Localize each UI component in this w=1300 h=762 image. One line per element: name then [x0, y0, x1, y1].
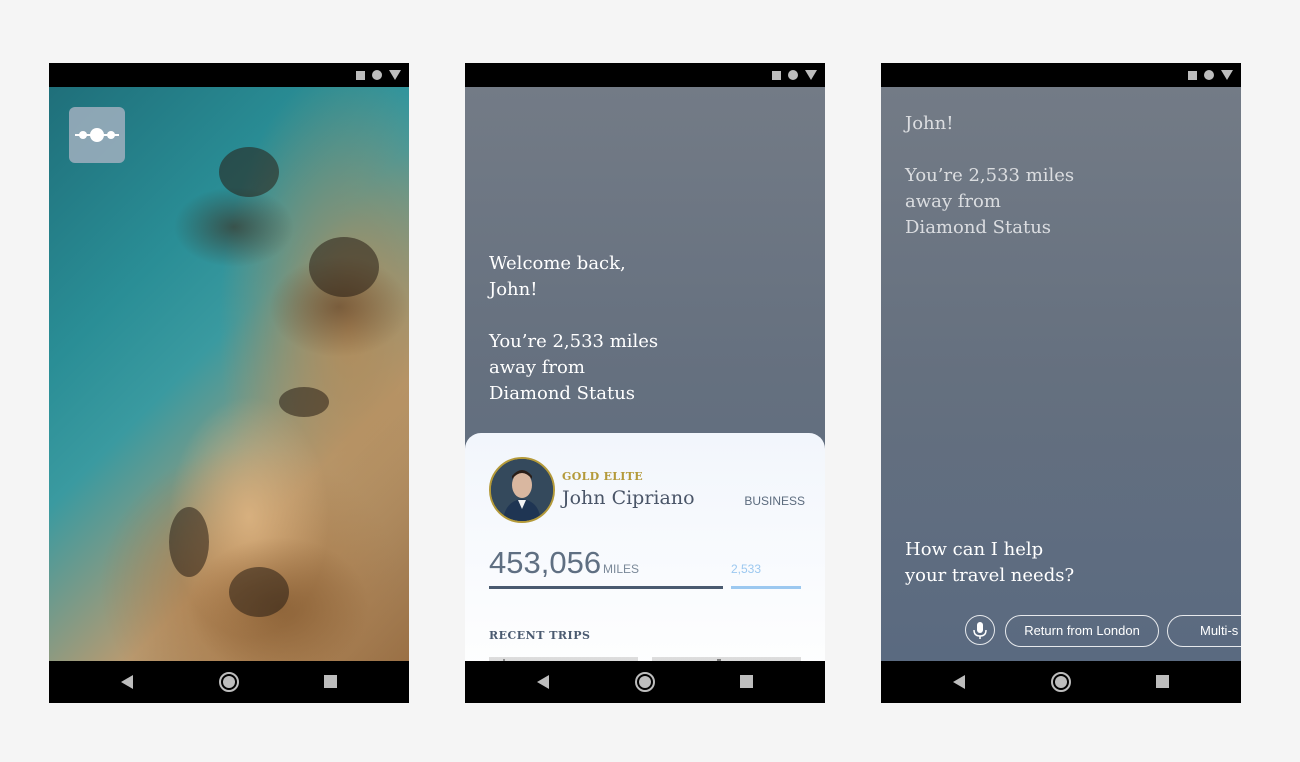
- assistant-question: How can I help your travel needs?: [905, 537, 1074, 589]
- suggestion-chip-return-london[interactable]: Return from London: [1005, 615, 1159, 647]
- miles-away-line: Diamond Status: [905, 217, 1052, 238]
- status-triangle-icon: [1221, 70, 1233, 80]
- miles-away-line: away from: [905, 191, 1001, 212]
- phone-welcome: Welcome back, John! You’re 2,533 miles a…: [465, 63, 825, 703]
- suggestion-chip-multi[interactable]: Multi-s: [1167, 615, 1241, 647]
- airline-logo-icon[interactable]: [69, 107, 125, 163]
- status-triangle-icon: [805, 70, 817, 80]
- home-icon[interactable]: [635, 672, 655, 692]
- navigation-bar: [881, 661, 1241, 703]
- status-circle-icon: [1204, 70, 1214, 80]
- greeting-message: John! You’re 2,533 miles away from Diamo…: [905, 111, 1074, 241]
- back-icon[interactable]: [121, 675, 133, 689]
- member-name: John Cipriano: [562, 487, 695, 509]
- miles-value: 453,056: [489, 545, 602, 580]
- status-bar: [881, 63, 1241, 87]
- screen-background: John! You’re 2,533 miles away from Diamo…: [881, 87, 1241, 703]
- welcome-name: John!: [489, 279, 538, 300]
- status-square-icon: [772, 70, 781, 80]
- miles-away-line: You’re 2,533 miles: [489, 331, 659, 352]
- home-icon[interactable]: [219, 672, 239, 692]
- avatar[interactable]: [489, 457, 555, 523]
- navigation-bar: [49, 661, 409, 703]
- welcome-line: Welcome back,: [489, 253, 626, 274]
- back-icon[interactable]: [537, 675, 549, 689]
- status-bar: [49, 63, 409, 87]
- welcome-message: Welcome back, John! You’re 2,533 miles a…: [489, 251, 658, 407]
- screen-background: Welcome back, John! You’re 2,533 miles a…: [465, 87, 825, 697]
- status-triangle-icon: [389, 70, 401, 80]
- recents-icon[interactable]: [740, 675, 753, 688]
- phone-assistant: John! You’re 2,533 miles away from Diamo…: [881, 63, 1241, 703]
- tier-label: GOLD ELITE: [562, 470, 643, 483]
- phone-splash: [49, 63, 409, 703]
- miles-progress-bar: [489, 586, 723, 589]
- coastline-background-image: [49, 87, 409, 661]
- member-card[interactable]: GOLD ELITE John Cipriano BUSINESS 453,05…: [465, 433, 825, 697]
- status-square-icon: [356, 70, 365, 80]
- miles-remaining-bar: [731, 586, 801, 589]
- home-icon[interactable]: [1051, 672, 1071, 692]
- greeting-name: John!: [905, 113, 954, 134]
- microphone-icon: [973, 622, 987, 639]
- question-line: your travel needs?: [905, 565, 1075, 586]
- cabin-class-label: BUSINESS: [744, 494, 805, 508]
- recents-icon[interactable]: [1156, 675, 1169, 688]
- microphone-button[interactable]: [965, 615, 995, 645]
- question-line: How can I help: [905, 539, 1044, 560]
- status-bar: [465, 63, 825, 87]
- recents-icon[interactable]: [324, 675, 337, 688]
- navigation-bar: [465, 661, 825, 703]
- status-circle-icon: [788, 70, 798, 80]
- recent-trips-title: RECENT TRIPS: [489, 629, 591, 642]
- status-circle-icon: [372, 70, 382, 80]
- miles-away-line: Diamond Status: [489, 383, 636, 404]
- miles-away-line: You’re 2,533 miles: [905, 165, 1075, 186]
- back-icon[interactable]: [953, 675, 965, 689]
- miles-remaining: 2,533: [731, 562, 762, 576]
- miles-away-line: away from: [489, 357, 585, 378]
- miles-unit: MILES: [603, 562, 640, 576]
- status-square-icon: [1188, 70, 1197, 80]
